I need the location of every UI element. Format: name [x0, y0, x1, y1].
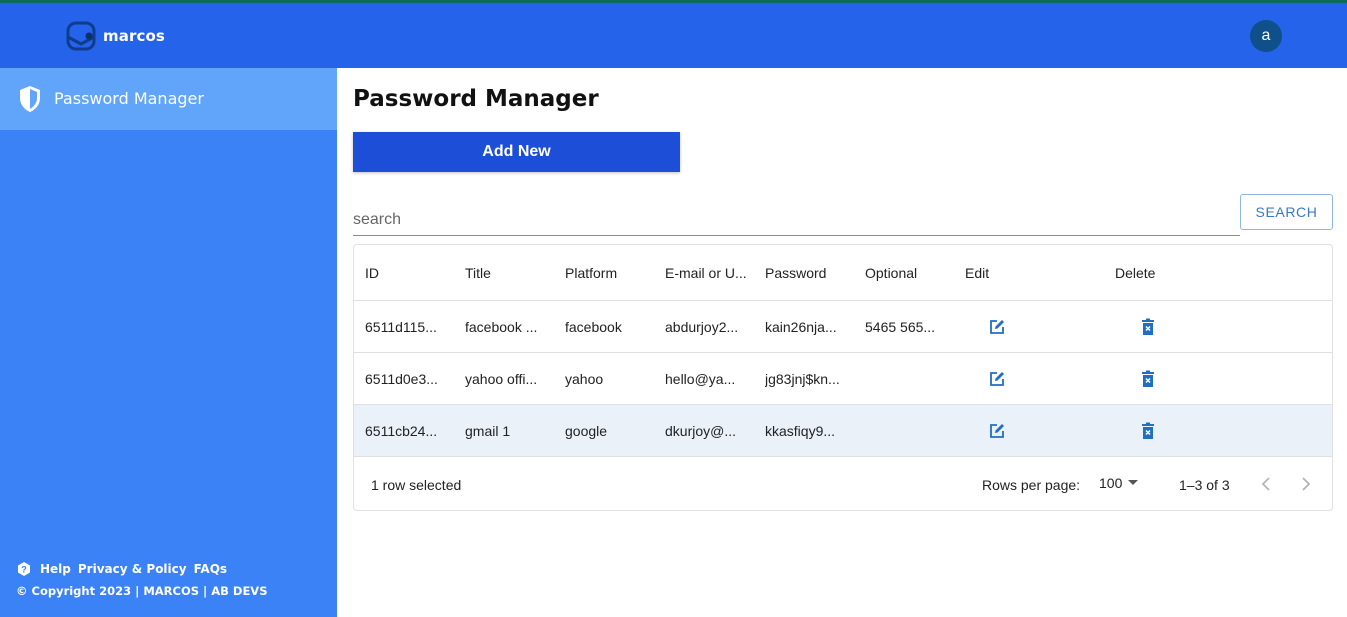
shield-icon — [18, 85, 42, 118]
pagination-range: 1–3 of 3 — [1179, 477, 1230, 493]
cell-email: abdurjoy2... — [665, 319, 739, 335]
column-header-edit: Edit — [965, 265, 990, 281]
search-input[interactable] — [353, 204, 1240, 236]
table-footer: 1 row selected Rows per page: 100 1–3 of… — [354, 458, 1332, 510]
table-row[interactable]: 6511d115... facebook ... facebook abdurj… — [354, 301, 1332, 353]
delete-icon[interactable] — [1140, 422, 1156, 440]
cell-email: dkurjoy@... — [665, 423, 737, 439]
delete-icon[interactable] — [1140, 318, 1156, 336]
cell-title: facebook ... — [465, 319, 538, 335]
rows-per-page-select[interactable]: 100 — [1099, 475, 1139, 491]
cell-platform: yahoo — [565, 371, 604, 387]
chevron-right-icon[interactable] — [1300, 476, 1312, 492]
user-avatar[interactable]: a — [1250, 20, 1282, 52]
column-header-delete: Delete — [1115, 265, 1156, 281]
brand-logo[interactable]: marcos — [66, 20, 165, 52]
column-header-password[interactable]: Password — [765, 265, 850, 281]
table-row-selected[interactable]: 6511cb24... gmail 1 google dkurjoy@... k… — [354, 405, 1332, 457]
svg-text:?: ? — [21, 565, 27, 575]
cell-password: jg83jnj$kn... — [765, 371, 840, 387]
edit-icon[interactable] — [988, 422, 1006, 440]
cell-title: yahoo offi... — [465, 371, 538, 387]
cell-password: kain26nja... — [765, 319, 837, 335]
rows-per-page-value: 100 — [1099, 475, 1123, 491]
edit-icon[interactable] — [988, 370, 1006, 388]
brand-name: marcos — [103, 27, 165, 45]
table-row[interactable]: 6511d0e3... yahoo offi... yahoo hello@ya… — [354, 353, 1332, 405]
table-header: ID Title Platform E-mail or U... Passwor… — [354, 245, 1332, 301]
search-button[interactable]: SEARCH — [1240, 194, 1333, 230]
cell-title: gmail 1 — [465, 423, 511, 439]
cell-email: hello@ya... — [665, 371, 736, 387]
cell-id: 6511cb24... — [365, 423, 438, 439]
column-header-platform[interactable]: Platform — [565, 265, 650, 281]
cell-optional: 5465 565... — [865, 319, 936, 335]
cell-platform: google — [565, 423, 608, 439]
delete-icon[interactable] — [1140, 370, 1156, 388]
caret-down-icon — [1128, 480, 1139, 485]
cell-password: kkasfiqy9... — [765, 423, 836, 439]
help-link[interactable]: Help — [40, 562, 71, 576]
edit-icon[interactable] — [988, 318, 1006, 336]
column-header-email[interactable]: E-mail or U... — [665, 265, 755, 281]
cell-id: 6511d0e3... — [365, 371, 438, 387]
cell-id: 6511d115... — [365, 319, 437, 335]
selection-count: 1 row selected — [371, 477, 462, 493]
column-header-id[interactable]: ID — [365, 265, 450, 281]
column-header-title[interactable]: Title — [465, 265, 550, 281]
sidebar-item-password-manager[interactable]: Password Manager — [0, 68, 337, 130]
chevron-left-icon[interactable] — [1260, 476, 1272, 492]
cell-platform: facebook — [565, 319, 622, 335]
password-table: ID Title Platform E-mail or U... Passwor… — [353, 244, 1333, 511]
privacy-policy-link[interactable]: Privacy & Policy — [78, 562, 187, 576]
sidebar: Password Manager ? Help Privacy & Policy… — [0, 68, 337, 617]
rows-per-page-label: Rows per page: — [982, 477, 1081, 493]
page-title: Password Manager — [353, 86, 599, 112]
marcos-logo-icon — [66, 21, 96, 51]
copyright-text: © Copyright 2023 | MARCOS | AB DEVS — [16, 584, 268, 598]
app-header: marcos a — [0, 3, 1347, 68]
sidebar-footer-links: ? Help Privacy & Policy FAQs — [16, 561, 234, 577]
sidebar-item-label: Password Manager — [54, 89, 204, 108]
add-new-button[interactable]: Add New — [353, 132, 680, 172]
faqs-link[interactable]: FAQs — [194, 562, 227, 576]
help-icon: ? — [18, 562, 30, 576]
column-header-optional[interactable]: Optional — [865, 265, 950, 281]
